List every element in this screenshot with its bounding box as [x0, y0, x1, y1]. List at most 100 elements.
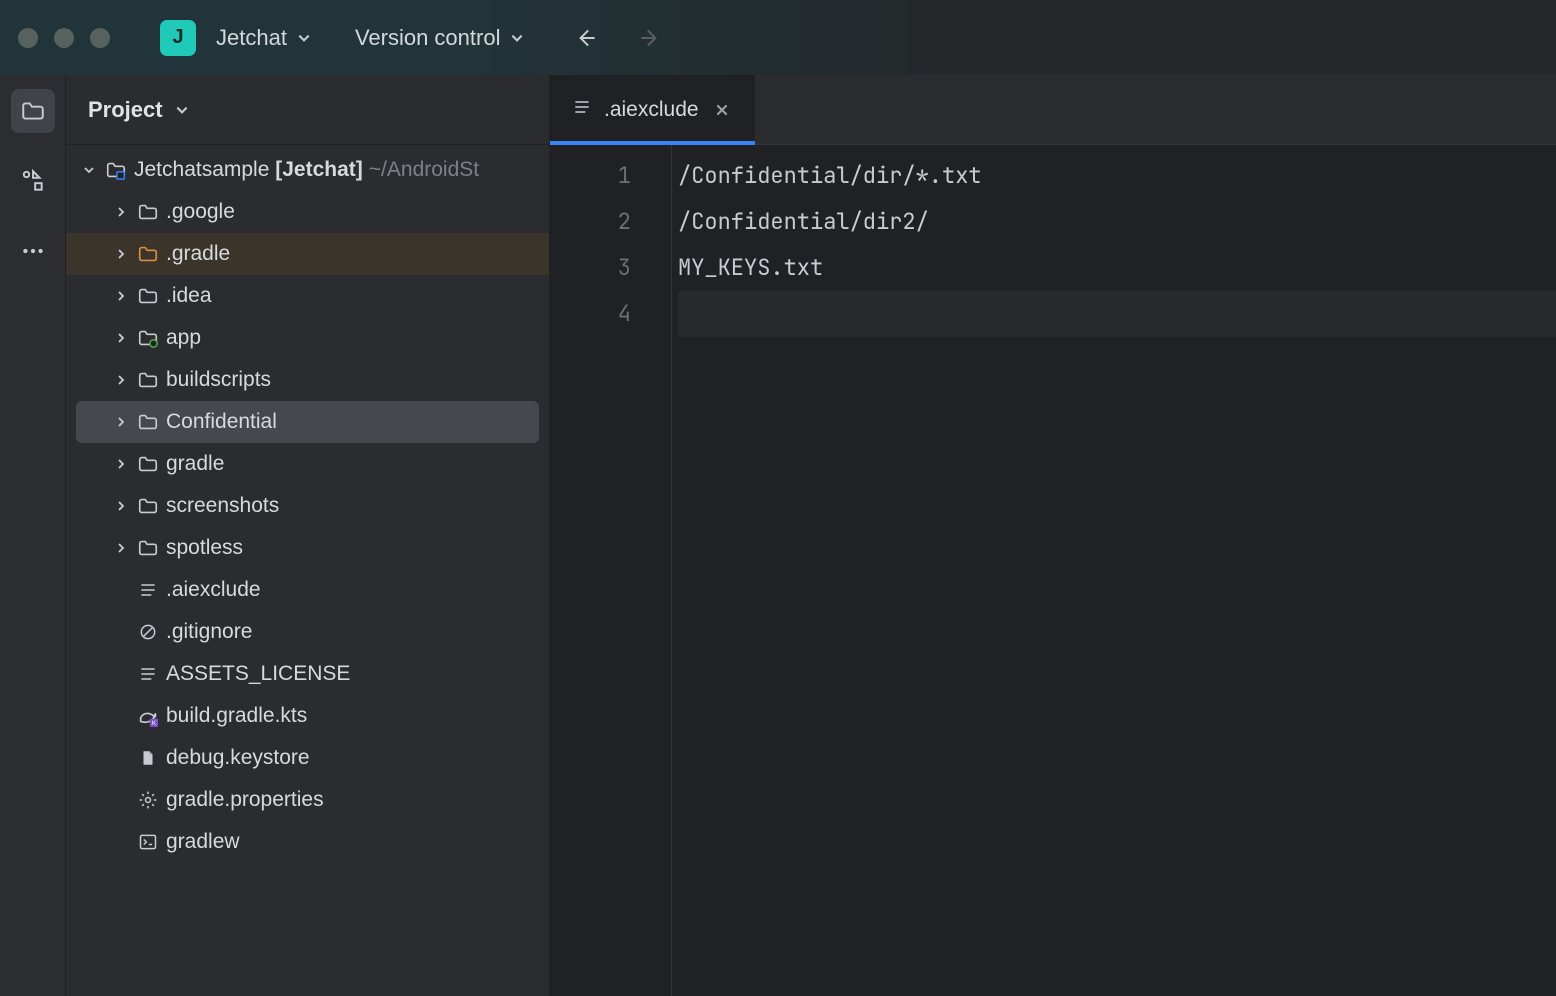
folder-icon: [134, 537, 162, 559]
chevron-right-icon[interactable]: [108, 542, 134, 554]
tree-item[interactable]: .idea: [66, 275, 549, 317]
chevron-right-icon[interactable]: [108, 374, 134, 386]
tree-item-label: spotless: [162, 536, 243, 560]
project-panel: Project Jetchatsample [Jetchat] ~/Androi…: [66, 75, 550, 996]
tree-item[interactable]: gradle: [66, 443, 549, 485]
nav-forward-button[interactable]: [636, 24, 664, 52]
editor-tab-bar: .aiexclude: [550, 75, 1556, 145]
left-tool-strip: [0, 75, 66, 996]
folder-icon: [20, 98, 46, 124]
project-badge: J: [160, 20, 196, 56]
tree-item[interactable]: spotless: [66, 527, 549, 569]
chevron-right-icon[interactable]: [108, 206, 134, 218]
chevron-down-icon: [175, 103, 189, 117]
tree-item-label: .gradle: [162, 242, 230, 266]
module-icon: [134, 327, 162, 349]
tree-item-label: gradle.properties: [162, 788, 324, 812]
project-tool-button[interactable]: [11, 89, 55, 133]
tree-item[interactable]: .gradle: [66, 233, 549, 275]
chevron-right-icon[interactable]: [108, 332, 134, 344]
tree-item-label: .aiexclude: [162, 578, 261, 602]
chevron-right-icon[interactable]: [108, 290, 134, 302]
code-line[interactable]: /Confidential/dir2/: [678, 199, 1556, 245]
tree-item[interactable]: app: [66, 317, 549, 359]
editor-body[interactable]: 1234 /Confidential/dir/*.txt/Confidentia…: [550, 145, 1556, 996]
code-line[interactable]: /Confidential/dir/*.txt: [678, 153, 1556, 199]
tree-root-label: Jetchatsample [Jetchat]: [130, 158, 363, 182]
tree-item-label: gradle: [162, 452, 224, 476]
editor-tab[interactable]: .aiexclude: [550, 75, 755, 144]
folder-icon: [134, 201, 162, 223]
chevron-right-icon[interactable]: [108, 416, 134, 428]
textfile-icon: [572, 97, 592, 123]
window-controls: [18, 28, 110, 48]
main-layout: Project Jetchatsample [Jetchat] ~/Androi…: [0, 75, 1556, 996]
more-tool-button[interactable]: [11, 229, 55, 273]
tree-item-label: gradlew: [162, 830, 240, 854]
folder-icon: [134, 411, 162, 433]
folder-icon: [134, 495, 162, 517]
tree-item-label: Confidential: [162, 410, 277, 434]
line-number-gutter: 1234: [550, 145, 672, 996]
version-control-label: Version control: [355, 25, 501, 51]
folder-icon: [134, 285, 162, 307]
line-number: 2: [550, 199, 671, 245]
window-zoom-button[interactable]: [90, 28, 110, 48]
more-horizontal-icon: [20, 238, 46, 264]
code-line[interactable]: [678, 291, 1556, 337]
project-switcher[interactable]: Jetchat: [206, 19, 321, 57]
titlebar: J Jetchat Version control: [0, 0, 1556, 75]
tree-item[interactable]: debug.keystore: [66, 737, 549, 779]
tree-item-label: .gitignore: [162, 620, 252, 644]
tree-item[interactable]: gradlew: [66, 821, 549, 863]
window-minimize-button[interactable]: [54, 28, 74, 48]
tree-item-label: build.gradle.kts: [162, 704, 307, 728]
project-root-icon: [102, 159, 130, 181]
gear-icon: [134, 790, 162, 810]
tree-item[interactable]: screenshots: [66, 485, 549, 527]
tree-item[interactable]: gradle.properties: [66, 779, 549, 821]
chevron-down-icon: [297, 31, 311, 45]
tree-item-label: .google: [162, 200, 235, 224]
chevron-down-icon: [510, 31, 524, 45]
structure-tool-button[interactable]: [11, 159, 55, 203]
tree-root-row[interactable]: Jetchatsample [Jetchat] ~/AndroidSt: [66, 149, 549, 191]
chevron-right-icon[interactable]: [108, 500, 134, 512]
line-number: 1: [550, 153, 671, 199]
folder-icon: [134, 453, 162, 475]
tab-close-button[interactable]: [711, 99, 733, 121]
tree-item[interactable]: Kbuild.gradle.kts: [66, 695, 549, 737]
tree-item[interactable]: .aiexclude: [66, 569, 549, 611]
tree-item-label: screenshots: [162, 494, 279, 518]
structure-icon: [20, 168, 46, 194]
navigation-arrows: [572, 24, 664, 52]
tree-item[interactable]: .gitignore: [66, 611, 549, 653]
code-line[interactable]: MY_KEYS.txt: [678, 245, 1556, 291]
tree-item[interactable]: .google: [66, 191, 549, 233]
tree-item[interactable]: buildscripts: [66, 359, 549, 401]
ignorefile-icon: [134, 622, 162, 642]
tree-item-label: .idea: [162, 284, 212, 308]
project-tree: Jetchatsample [Jetchat] ~/AndroidSt .goo…: [66, 145, 549, 863]
file-icon: [134, 748, 162, 768]
tree-item-label: ASSETS_LICENSE: [162, 662, 350, 686]
nav-back-button[interactable]: [572, 24, 600, 52]
chevron-right-icon[interactable]: [108, 248, 134, 260]
caret-down-icon[interactable]: [76, 164, 102, 176]
textfile-icon: [134, 580, 162, 600]
tab-filename: .aiexclude: [604, 98, 699, 122]
shell-icon: [134, 832, 162, 852]
line-number: 4: [550, 291, 671, 337]
window-close-button[interactable]: [18, 28, 38, 48]
version-control-menu[interactable]: Version control: [345, 19, 535, 57]
editor-area: .aiexclude 1234 /Confidential/dir/*.txt/…: [550, 75, 1556, 996]
chevron-right-icon[interactable]: [108, 458, 134, 470]
svg-text:K: K: [152, 720, 157, 727]
tree-item-label: debug.keystore: [162, 746, 310, 770]
tree-item[interactable]: Confidential: [76, 401, 539, 443]
code-content[interactable]: /Confidential/dir/*.txt/Confidential/dir…: [672, 145, 1556, 996]
tree-item[interactable]: ASSETS_LICENSE: [66, 653, 549, 695]
folder-orange-icon: [134, 243, 162, 265]
project-panel-header[interactable]: Project: [66, 75, 549, 145]
tree-item-label: app: [162, 326, 201, 350]
